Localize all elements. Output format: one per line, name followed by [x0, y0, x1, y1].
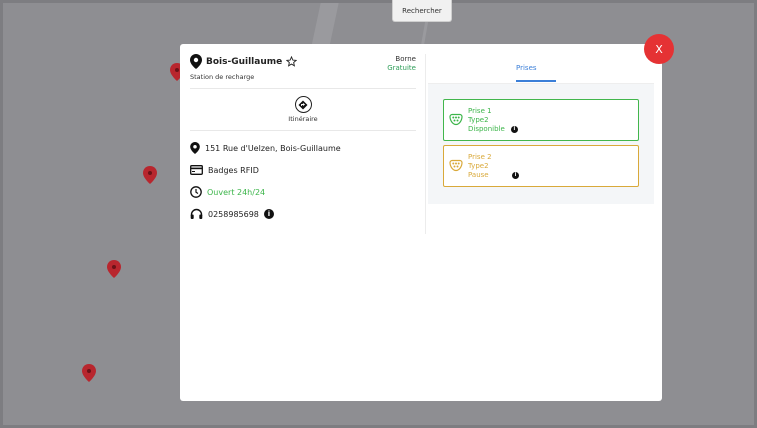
station-modal: Bois-Guillaume Station de recharge Borne… — [180, 44, 662, 401]
directions-icon — [294, 96, 312, 113]
station-name: Bois-Guillaume — [206, 56, 283, 67]
address-row: 151 Rue d'Uelzen, Bois-Guillaume — [190, 137, 416, 159]
type2-plug-icon — [449, 113, 463, 126]
access-text: Badges RFID — [208, 165, 259, 175]
vertical-divider — [425, 54, 426, 234]
station-details: 151 Rue d'Uelzen, Bois-Guillaume Badges … — [190, 137, 416, 225]
location-pin-icon — [190, 142, 200, 154]
credit-card-icon — [190, 165, 203, 175]
prise-card[interactable]: Prise 1 Type2 Disponible i — [443, 99, 639, 141]
access-row: Badges RFID — [190, 159, 416, 181]
itinerary-button[interactable]: Itinéraire — [190, 96, 416, 123]
map-pin-icon[interactable] — [143, 166, 157, 184]
hours-text: Ouvert 24h/24 — [207, 187, 266, 197]
headset-icon — [190, 208, 203, 219]
hours-row: Ouvert 24h/24 — [190, 181, 416, 203]
price-label: Gratuite — [387, 64, 416, 72]
prises-panel: Prises Prise 1 Type2 Disponible i Prise 2… — [428, 54, 654, 204]
location-pin-icon — [190, 54, 202, 69]
type2-plug-icon — [449, 159, 463, 172]
phone-text: 0258985698 — [208, 209, 259, 219]
close-button[interactable]: X — [644, 34, 674, 64]
clock-icon — [190, 186, 202, 198]
info-icon[interactable]: i — [510, 125, 518, 133]
prise-name: Prise 1 — [468, 106, 492, 115]
prises-list: Prise 1 Type2 Disponible i Prise 2 Type2 … — [428, 84, 654, 204]
divider — [190, 130, 416, 131]
borne-price: Borne Gratuite — [387, 55, 416, 73]
prise-status: Disponible — [468, 124, 505, 133]
station-info-panel: Bois-Guillaume Station de recharge Borne… — [190, 54, 416, 225]
address-text: 151 Rue d'Uelzen, Bois-Guillaume — [205, 143, 341, 153]
divider — [190, 88, 416, 89]
map-road — [310, 0, 340, 50]
itinerary-label: Itinéraire — [288, 115, 318, 123]
prise-name: Prise 2 — [468, 152, 492, 161]
tab-underline — [516, 80, 556, 82]
phone-row: 0258985698 i — [190, 203, 416, 225]
prise-type: Type2 — [468, 115, 489, 124]
info-icon[interactable]: i — [512, 171, 519, 179]
prise-card[interactable]: Prise 2 Type2 Pause i — [443, 145, 639, 187]
tab-prises[interactable]: Prises — [516, 64, 537, 72]
tab-bar: Prises — [428, 54, 654, 84]
prise-status: Pause — [468, 170, 489, 179]
borne-label: Borne — [395, 55, 416, 63]
search-button[interactable]: Rechercher — [392, 0, 452, 22]
map-pin-icon[interactable] — [82, 364, 96, 382]
station-type: Station de recharge — [190, 73, 255, 81]
info-icon[interactable]: i — [263, 209, 274, 219]
star-icon[interactable] — [286, 56, 298, 67]
map-pin-icon[interactable] — [107, 260, 121, 278]
prise-type: Type2 — [468, 161, 489, 170]
